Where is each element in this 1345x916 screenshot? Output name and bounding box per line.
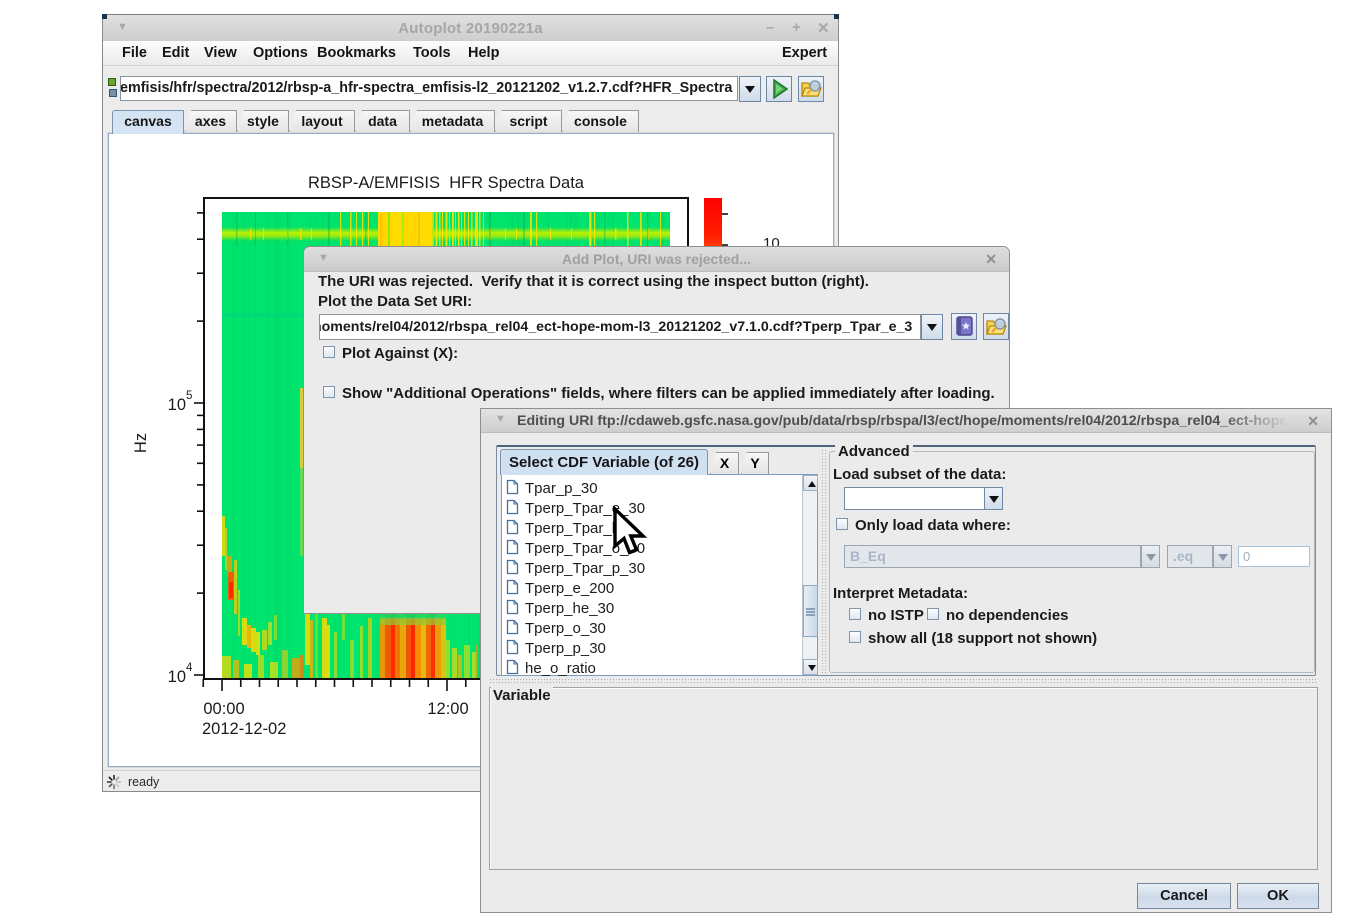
svg-text:5: 5 [186, 390, 192, 402]
svg-text:00:00: 00:00 [203, 700, 244, 718]
svg-text:2012-12-02: 2012-12-02 [202, 720, 286, 738]
svg-text:10: 10 [168, 668, 186, 686]
svg-text:RBSP-A/EMFISIS HFR Spectra Da: RBSP-A/EMFISIS HFR Spectra Data [308, 174, 585, 192]
svg-text:Hz: Hz [132, 433, 150, 453]
svg-text:4: 4 [186, 662, 193, 674]
svg-text:10: 10 [168, 396, 186, 414]
svg-text:12:00: 12:00 [427, 700, 468, 718]
